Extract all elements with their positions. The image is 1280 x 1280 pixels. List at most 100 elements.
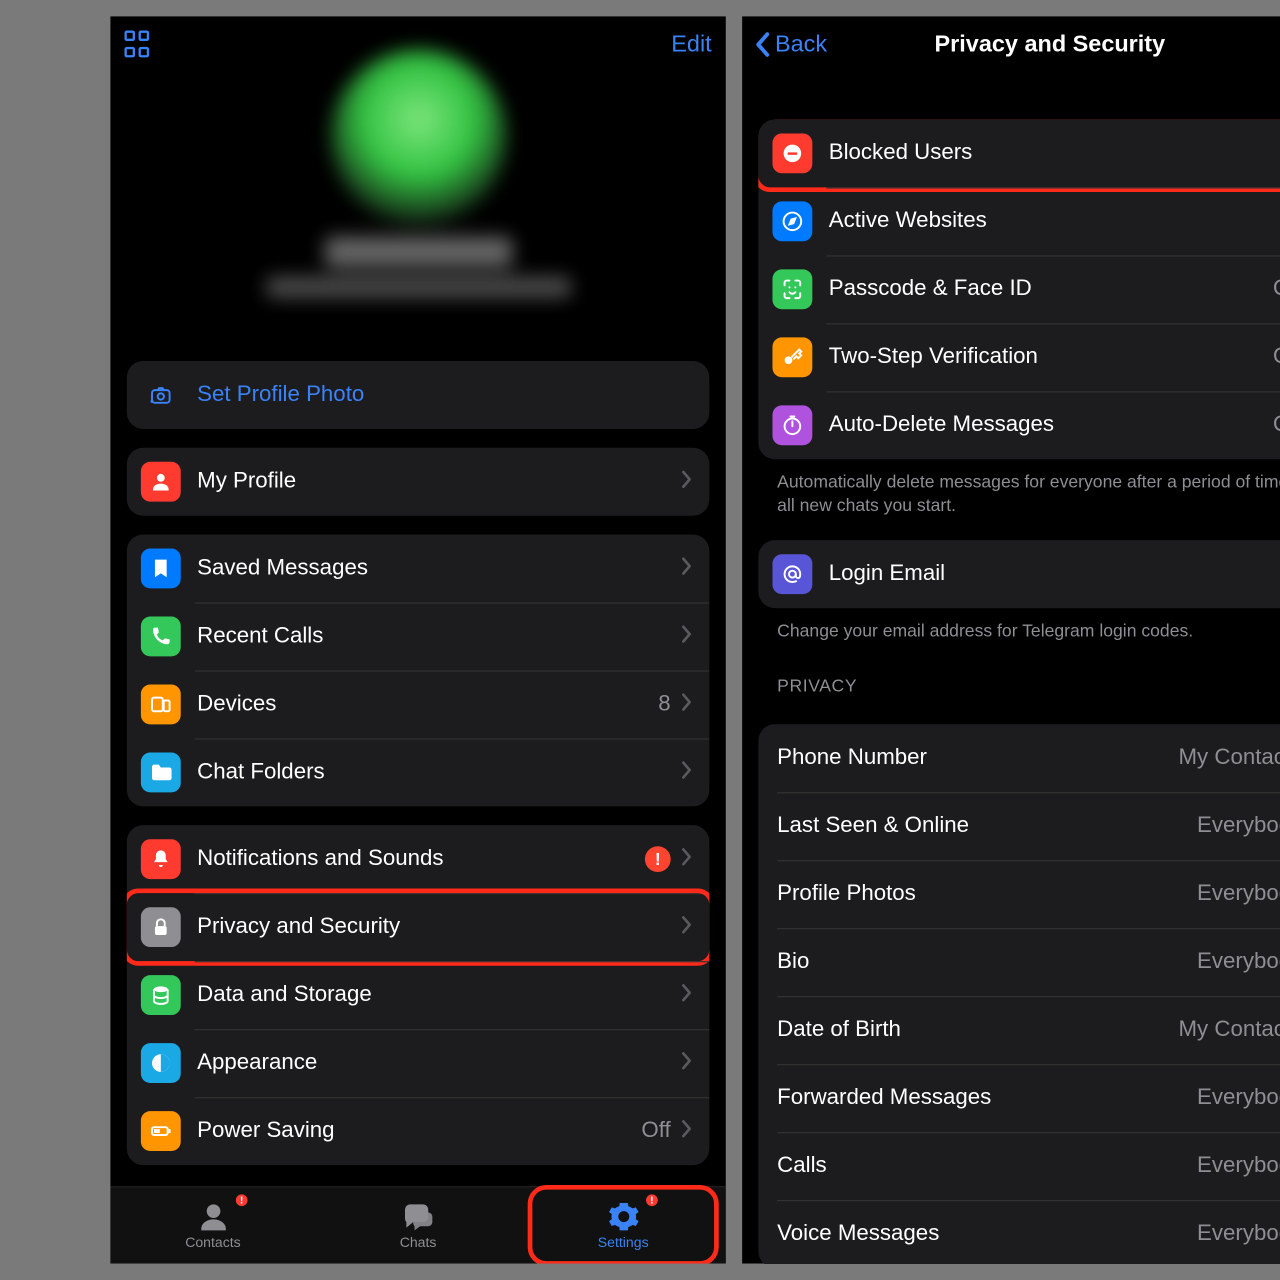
profile-sub-blur [266,277,571,298]
row-value: Everybody [1197,1085,1280,1111]
row-devices[interactable]: Devices8 [127,670,710,738]
row-sites[interactable]: Active Websites1 [759,188,1280,256]
folder-icon [141,752,181,792]
row-notif[interactable]: Notifications and Sounds! [127,825,710,893]
qr-icon[interactable] [124,30,152,58]
row-label: Appearance [197,1050,680,1076]
row-label: Last Seen & Online [777,813,1197,839]
tab-label: Chats [400,1234,437,1250]
at-icon [773,554,813,594]
row-passcode[interactable]: Passcode & Face IDOff [759,256,1280,324]
row-value: Off [1273,345,1280,371]
chevron-right-icon [680,1118,693,1145]
chevron-right-icon [680,623,693,650]
row-folders[interactable]: Chat Folders [127,738,710,806]
group-general: Saved Messages Recent Calls Devices8 Chat F… [127,534,710,806]
timer-icon [773,406,813,446]
alert-dot: ! [233,1192,249,1208]
row-label: Recent Calls [197,624,680,650]
key-icon [773,338,813,378]
row-power[interactable]: Power SavingOff [127,1097,710,1165]
row-label: Notifications and Sounds [197,846,645,872]
tab-bar: Contacts! Chats Settings! [110,1186,725,1263]
row-saved[interactable]: Saved Messages [127,534,710,602]
row-label: Devices [197,692,658,718]
battery-icon [141,1111,181,1151]
group-profile: My Profile [127,448,710,516]
row-label: My Profile [197,469,680,495]
back-label: Back [775,31,827,58]
chevron-right-icon [680,982,693,1009]
row-autodel[interactable]: Auto-Delete MessagesOff [759,391,1280,459]
privacy-scroll[interactable]: Blocked Users2Active Websites1Passcode &… [742,73,1280,1264]
row-value: Everybody [1197,1221,1280,1247]
row-login-email[interactable]: Login Email [759,540,1280,608]
row-value: My Contacts [1179,1017,1280,1043]
section-footer-sec: Automatically delete messages for everyo… [759,459,1280,521]
row-label: Chat Folders [197,760,680,786]
row-label: Blocked Users [829,141,1280,167]
row-value: Everybody [1197,813,1280,839]
row-label: Date of Birth [777,1017,1178,1043]
row-bio[interactable]: BioEverybody [759,928,1280,996]
settings-scroll[interactable]: Set Profile Photo My Profile Saved Messag… [110,342,725,1186]
row-blocked[interactable]: Blocked Users2 [759,120,1280,188]
chevron-right-icon [680,691,693,718]
alert-dot: ! [644,1192,660,1208]
row-value: Off [641,1118,670,1144]
row-phone[interactable]: Phone NumberMy Contacts [759,724,1280,792]
phone-icon [141,617,181,657]
row-privacy[interactable]: Privacy and Security [127,893,710,961]
row-label: Passcode & Face ID [829,277,1273,303]
row-voice[interactable]: Voice MessagesEverybody [759,1200,1280,1264]
row-label: Profile Photos [777,881,1197,907]
row-label: Privacy and Security [197,914,680,940]
row-label: Login Email [829,561,1280,587]
group-privacy: Phone NumberMy ContactsLast Seen & Onlin… [759,724,1280,1263]
row-calls[interactable]: Recent Calls [127,602,710,670]
avatar [330,49,506,225]
row-label: Auto-Delete Messages [829,413,1273,439]
tab-settings[interactable]: Settings! [521,1187,726,1263]
alert-badge: ! [645,846,671,872]
bookmark-icon [141,549,181,589]
minus-icon [773,134,813,174]
section-footer-email: Change your email address for Telegram l… [759,608,1280,646]
row-twostep[interactable]: Two-Step VerificationOff [759,323,1280,391]
row-value: Off [1273,413,1280,439]
row-label: Data and Storage [197,982,680,1008]
row-label: Power Saving [197,1118,641,1144]
row-fwd[interactable]: Forwarded MessagesEverybody [759,1064,1280,1132]
back-button[interactable]: Back [754,31,827,58]
row-photos[interactable]: Profile PhotosEverybody [759,860,1280,928]
chevron-right-icon [680,759,693,786]
db-icon [141,975,181,1015]
profile-header [110,73,725,343]
tab-contacts[interactable]: Contacts! [110,1187,315,1263]
group-email: Login Email [759,540,1280,608]
set-profile-photo-row[interactable]: Set Profile Photo [127,361,710,429]
settings-screen: Edit Set Profile Photo My Profile Saved M… [110,16,725,1263]
bell-icon [141,839,181,879]
tab-chats[interactable]: Chats [316,1187,521,1263]
row-data[interactable]: Data and Storage [127,961,710,1029]
chevron-right-icon [680,846,693,873]
chevron-right-icon [680,1050,693,1077]
row-label: Calls [777,1153,1197,1179]
row-lastseen[interactable]: Last Seen & OnlineEverybody [759,792,1280,860]
lock-icon [141,907,181,947]
row-calls2[interactable]: CallsEverybody [759,1132,1280,1200]
contrast-icon [141,1043,181,1083]
row-dob[interactable]: Date of BirthMy Contacts [759,996,1280,1064]
row-my-profile[interactable]: My Profile [127,448,710,516]
row-label: Active Websites [829,209,1280,235]
group-sec: Blocked Users2Active Websites1Passcode &… [759,120,1280,460]
edit-button[interactable]: Edit [671,31,711,58]
face-icon [773,270,813,310]
row-value: 8 [658,692,670,718]
row-appearance[interactable]: Appearance [127,1029,710,1097]
chevron-right-icon [680,468,693,495]
compass-icon [773,202,813,242]
row-label: Saved Messages [197,556,680,582]
row-label: Bio [777,949,1197,975]
